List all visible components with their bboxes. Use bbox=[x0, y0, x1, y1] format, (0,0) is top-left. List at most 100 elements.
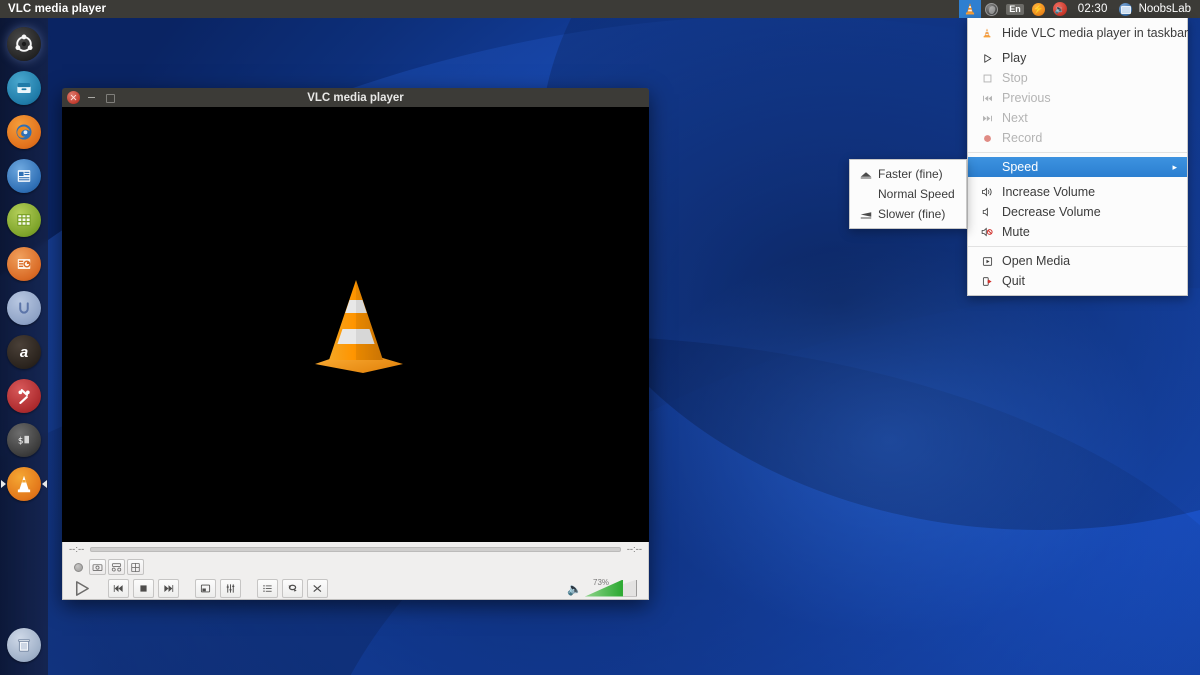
menu-separator-2 bbox=[968, 246, 1187, 247]
session-glyph bbox=[1118, 2, 1132, 16]
keyboard-layout-indicator[interactable]: En bbox=[1002, 0, 1028, 18]
vlc-window-title: VLC media player bbox=[307, 91, 404, 104]
focused-indicator-pip-right bbox=[42, 480, 47, 488]
launcher-item-vlc[interactable] bbox=[0, 462, 48, 506]
seek-slider[interactable] bbox=[90, 547, 621, 552]
launcher-item-files[interactable] bbox=[0, 66, 48, 110]
stop-button[interactable] bbox=[133, 578, 154, 598]
global-menu-app-title[interactable]: VLC media player bbox=[8, 3, 106, 15]
stop-glyph bbox=[983, 74, 991, 82]
trash-can-glyph bbox=[17, 639, 31, 652]
volume-mute-icon[interactable]: 🔈 bbox=[567, 582, 582, 596]
menu-item-play[interactable]: Play bbox=[968, 48, 1187, 68]
file-cabinet-glyph bbox=[17, 83, 31, 93]
record-icon bbox=[980, 133, 994, 144]
previous-glyph bbox=[982, 95, 992, 101]
quit-icon bbox=[980, 276, 994, 287]
submenu-item-slower-fine[interactable]: Slower (fine) bbox=[850, 204, 966, 224]
vlc-cone-glyph bbox=[966, 3, 975, 15]
slower-icon bbox=[860, 210, 872, 219]
volume-slider[interactable]: 73% bbox=[585, 577, 637, 597]
open-media-icon bbox=[980, 256, 994, 267]
next-glyph bbox=[982, 115, 992, 121]
libreoffice-writer-icon bbox=[7, 159, 41, 193]
panel-username[interactable]: NoobsLab bbox=[1136, 3, 1200, 15]
system-settings-icon bbox=[7, 379, 41, 413]
time-elapsed-label: --:-- bbox=[69, 544, 85, 555]
volume-control[interactable]: 🔈 73% bbox=[567, 577, 641, 597]
session-indicator-icon[interactable] bbox=[1115, 0, 1136, 18]
fullscreen-button[interactable] bbox=[195, 578, 216, 598]
stop-icon bbox=[140, 584, 147, 592]
menu-item-previous: Previous bbox=[968, 88, 1187, 108]
document-lines-glyph bbox=[17, 170, 31, 182]
launcher-item-firefox[interactable] bbox=[0, 110, 48, 154]
launcher-item-dash[interactable] bbox=[0, 22, 48, 66]
launcher-item-trash[interactable] bbox=[0, 623, 48, 667]
play-icon bbox=[980, 53, 994, 64]
submenu-item-normal-speed[interactable]: Normal Speed bbox=[850, 184, 966, 204]
record-icon bbox=[74, 562, 83, 572]
bluetooth-indicator-icon[interactable] bbox=[981, 0, 1002, 18]
keyboard-layout-label: En bbox=[1006, 3, 1024, 15]
menu-item-increase-volume[interactable]: Increase Volume bbox=[968, 182, 1187, 202]
shuffle-button[interactable] bbox=[307, 578, 328, 598]
sound-glyph bbox=[1052, 2, 1067, 16]
main-button-row: 🔈 73% bbox=[63, 577, 648, 599]
ubuntu-logo-icon bbox=[7, 27, 41, 61]
panel-clock[interactable]: 02:30 bbox=[1071, 3, 1115, 15]
launcher-item-libreoffice-writer[interactable] bbox=[0, 154, 48, 198]
ab-loop-button[interactable] bbox=[108, 559, 125, 575]
play-button[interactable] bbox=[70, 577, 92, 599]
presentation-chart-glyph bbox=[17, 259, 31, 269]
extended-settings-button[interactable] bbox=[220, 578, 241, 598]
vlc-cone-glyph bbox=[983, 28, 991, 38]
volume-down-glyph bbox=[982, 207, 988, 217]
stop-icon bbox=[980, 73, 994, 84]
launcher-item-system-settings[interactable] bbox=[0, 374, 48, 418]
launcher-item-libreoffice-calc[interactable] bbox=[0, 198, 48, 242]
menu-item-hide-vlc[interactable]: Hide VLC media player in taskbar bbox=[968, 23, 1188, 43]
vlc-indicator-icon[interactable] bbox=[959, 0, 982, 18]
menu-item-mute[interactable]: Mute bbox=[968, 222, 1187, 242]
launcher-item-ubuntu-software[interactable] bbox=[0, 286, 48, 330]
play-icon bbox=[75, 580, 89, 596]
maximize-button[interactable] bbox=[103, 91, 116, 104]
vlc-window: VLC media player --:-- --:-- 🔈 73% bbox=[62, 88, 649, 600]
playlist-button[interactable] bbox=[257, 578, 278, 598]
menu-item-open-media[interactable]: Open Media bbox=[968, 251, 1187, 271]
minimize-button[interactable] bbox=[85, 91, 98, 104]
menu-label-next: Next bbox=[1002, 110, 1028, 125]
trash-icon bbox=[7, 628, 41, 662]
launcher-item-libreoffice-impress[interactable] bbox=[0, 242, 48, 286]
chevron-right-icon: ▸ bbox=[1172, 161, 1177, 172]
frame-by-frame-button[interactable] bbox=[127, 559, 144, 575]
top-panel: VLC media player En 02:30 NoobsLab bbox=[0, 0, 1200, 18]
system-tray: En 02:30 NoobsLab bbox=[959, 0, 1200, 18]
submenu-label-normal: Normal Speed bbox=[878, 187, 955, 201]
faster-icon bbox=[860, 170, 872, 179]
previous-button[interactable] bbox=[108, 578, 129, 598]
close-button[interactable] bbox=[67, 91, 80, 104]
submenu-item-faster-fine[interactable]: Faster (fine) bbox=[850, 164, 966, 184]
snapshot-button[interactable] bbox=[89, 559, 106, 575]
launcher-item-terminal[interactable]: $ bbox=[0, 418, 48, 462]
next-button[interactable] bbox=[158, 578, 179, 598]
vlc-titlebar[interactable]: VLC media player bbox=[62, 88, 649, 107]
record-button[interactable] bbox=[70, 559, 87, 575]
menu-label-play: Play bbox=[1002, 50, 1027, 65]
slower-glyph bbox=[860, 211, 872, 218]
loop-button[interactable] bbox=[282, 578, 303, 598]
power-indicator-icon[interactable] bbox=[1028, 0, 1049, 18]
menu-item-decrease-volume[interactable]: Decrease Volume bbox=[968, 202, 1187, 222]
sound-indicator-icon[interactable] bbox=[1049, 0, 1071, 18]
menu-label-previous: Previous bbox=[1002, 90, 1051, 105]
play-glyph bbox=[983, 53, 991, 63]
menu-item-quit[interactable]: Quit bbox=[968, 271, 1187, 291]
previous-icon bbox=[113, 584, 123, 592]
launcher-item-amazon[interactable]: a bbox=[0, 330, 48, 374]
volume-percent-label: 73% bbox=[593, 577, 610, 587]
amazon-icon: a bbox=[7, 335, 41, 369]
menu-item-speed[interactable]: Speed ▸ bbox=[968, 157, 1187, 177]
vlc-video-area[interactable] bbox=[62, 107, 649, 542]
